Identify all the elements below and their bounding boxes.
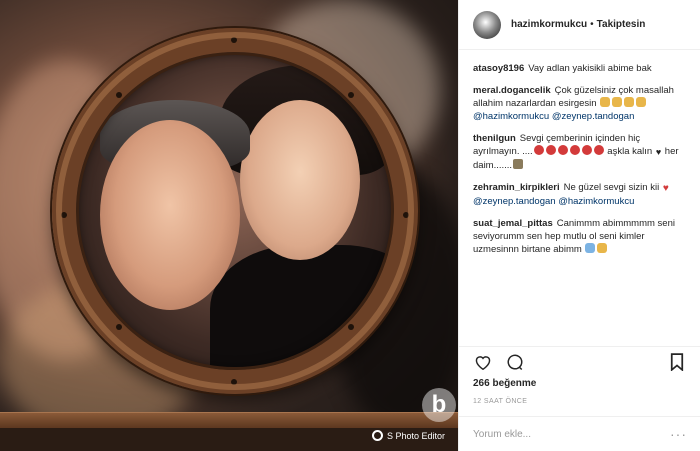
frame-rivet xyxy=(231,37,237,43)
wooden-shelf xyxy=(0,412,458,428)
camera-icon xyxy=(372,430,383,441)
post-sidebar: hazimkormukcu • Takiptesin atasoy8196 Vay… xyxy=(458,0,700,451)
comment-item: thenilgun Sevgi çemberinin içinden hiç ay… xyxy=(473,132,686,172)
post-header: hazimkormukcu • Takiptesin xyxy=(459,0,700,50)
comment-username[interactable]: suat_jemal_pittas xyxy=(473,218,553,229)
balloon-emoji-icon xyxy=(533,145,544,155)
heart-icon[interactable] xyxy=(473,352,493,372)
bookmark-icon[interactable] xyxy=(667,352,687,372)
comment-input[interactable] xyxy=(473,428,670,440)
frame-rivet xyxy=(403,212,409,218)
comment-text: Ne güzel sevgi sizin kii xyxy=(563,182,662,193)
comment-item: suat_jemal_pittas Canimmm abimmmmm seni s… xyxy=(473,217,686,256)
mention-link[interactable]: @zeynep.tandogan xyxy=(552,111,635,122)
comment-username[interactable]: thenilgun xyxy=(473,133,516,144)
comment-text: Vay adlan yakisikli abime bak xyxy=(528,63,652,74)
frame-rivet xyxy=(116,92,122,98)
frame-rivet xyxy=(116,324,122,330)
pray-emoji-icon xyxy=(600,97,611,107)
post-photo[interactable]: b S Photo Editor xyxy=(0,0,458,451)
speech-bubble-icon[interactable] xyxy=(505,352,525,372)
comment-item: atasoy8196 Vay adlan yakisikli abime bak xyxy=(473,62,686,75)
avatar[interactable] xyxy=(473,10,501,39)
comment-item: meral.dogancelik Çok güzelsiniz çok masal… xyxy=(473,84,686,123)
angel-emoji-icon xyxy=(585,243,596,253)
comment-username[interactable]: zehramin_kirpikleri xyxy=(473,182,560,193)
post-username[interactable]: hazimkormukcu xyxy=(511,19,587,30)
action-bar xyxy=(459,346,700,376)
heart-emoji-icon: ♥ xyxy=(655,147,662,157)
rheart-emoji-icon: ♥ xyxy=(662,183,669,194)
balloon-emoji-icon xyxy=(557,145,568,155)
watermark-text: S Photo Editor xyxy=(387,430,446,441)
post-timestamp: 12 SAAT ÖNCE xyxy=(473,398,528,405)
more-options-icon[interactable]: ··· xyxy=(670,426,687,442)
mention-link[interactable]: @hazimkormukcu xyxy=(558,196,634,207)
balloon-emoji-icon xyxy=(569,145,580,155)
comment-username[interactable]: meral.dogancelik xyxy=(473,85,551,96)
follow-status[interactable]: Takiptesin xyxy=(597,19,646,30)
pray-emoji-icon xyxy=(624,97,635,107)
comment-username[interactable]: atasoy8196 xyxy=(473,63,524,74)
mention-link[interactable]: @zeynep.tandogan xyxy=(473,196,556,207)
pray-emoji-icon xyxy=(636,97,647,107)
frame-rivet xyxy=(61,212,67,218)
pray-emoji-icon xyxy=(612,97,623,107)
balloon-emoji-icon xyxy=(593,145,604,155)
add-comment-bar: ··· xyxy=(459,416,700,451)
frame-rivet xyxy=(231,379,237,385)
frame-rivet xyxy=(348,324,354,330)
frame-rivet xyxy=(348,92,354,98)
site-logo: b xyxy=(422,388,456,422)
separator-dot: • xyxy=(590,19,594,30)
like-count[interactable]: 266 beğenme xyxy=(473,378,536,389)
comment-item: zehramin_kirpikleri Ne güzel sevgi sizin … xyxy=(473,181,686,208)
balloon-emoji-icon xyxy=(581,145,592,155)
balloon-emoji-icon xyxy=(545,145,556,155)
wooden-ring-frame xyxy=(52,28,418,394)
photo-editor-watermark: S Photo Editor xyxy=(372,430,445,441)
comment-text: aşkla kalın xyxy=(604,146,655,157)
mention-link[interactable]: @hazimkormukcu xyxy=(473,111,549,122)
comment-list: atasoy8196 Vay adlan yakisikli abime bak m… xyxy=(459,50,700,345)
bag-emoji-icon xyxy=(513,159,524,169)
pray-emoji-icon xyxy=(597,243,608,253)
